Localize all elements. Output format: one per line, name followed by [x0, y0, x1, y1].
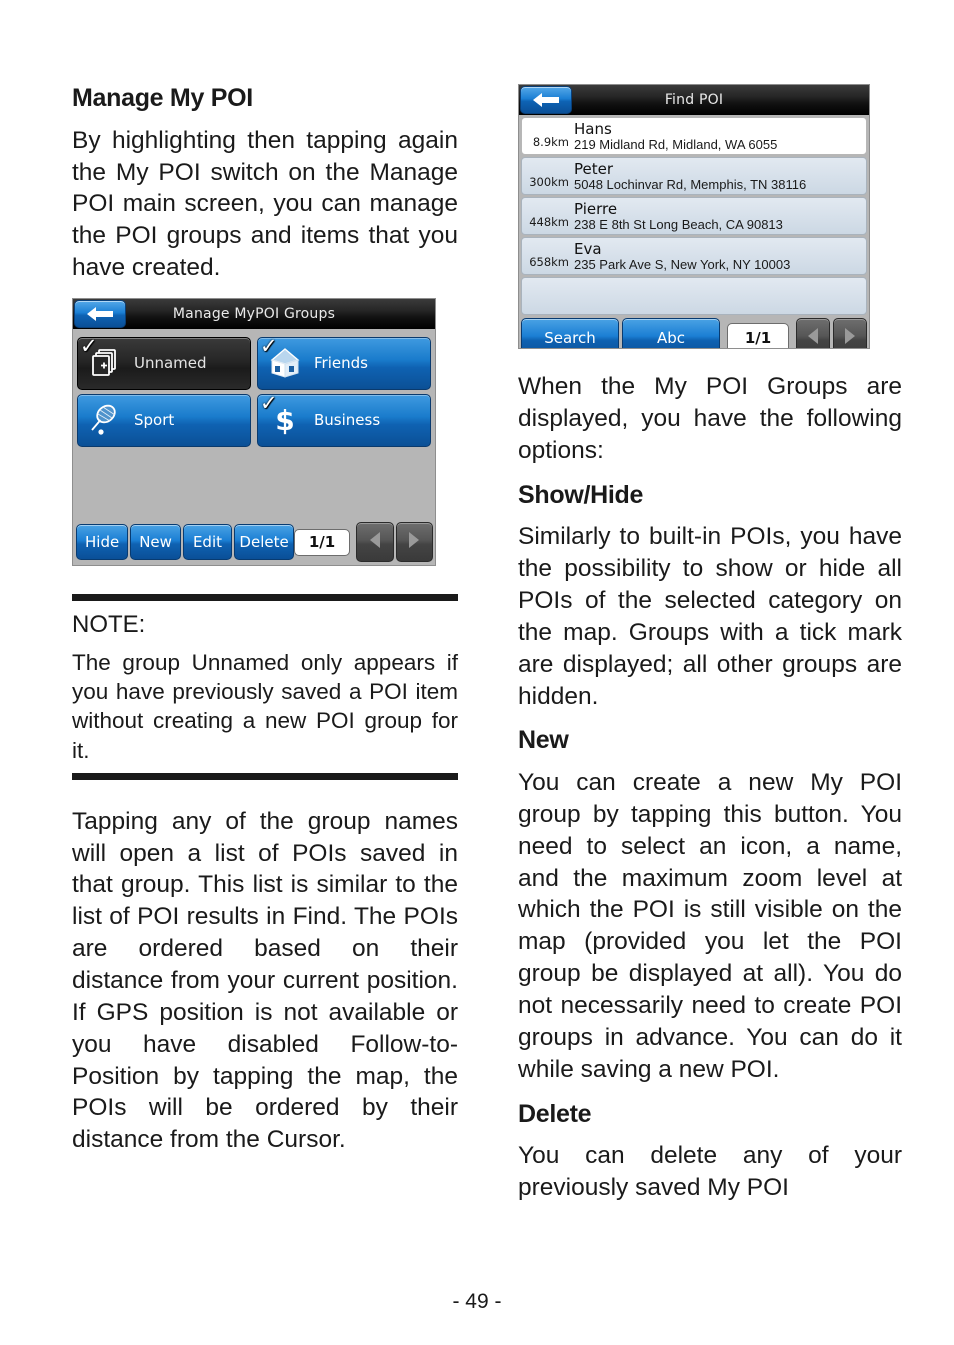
left-column: Manage My POI By highlighting then tappi… [72, 84, 458, 1156]
group-tile-label: Friends [314, 354, 368, 373]
check-icon: ✓ [80, 333, 98, 358]
poi-empty-row [521, 277, 867, 315]
group-tile-business[interactable]: ✓ $ Business [257, 390, 431, 447]
prev-page-button[interactable] [356, 522, 394, 563]
poi-name: Eva [574, 239, 602, 258]
abc-button[interactable]: Abc [622, 317, 720, 348]
poi-result-row[interactable]: 300km Peter 5048 Lochinvar Rd, Memphis, … [521, 157, 867, 195]
section-text-new: You can create a new My POI group by tap… [518, 769, 902, 1083]
note-label: NOTE: [72, 610, 146, 638]
intro-paragraph: By highlighting then tapping again the M… [72, 126, 458, 282]
find-poi-toolbar: Search Abc 1/1 [519, 317, 869, 349]
poi-results-list: 8.9km Hans 219 Midland Rd, Midland, WA 6… [519, 115, 869, 315]
section-heading-new: New [518, 726, 569, 755]
manage-groups-titlebar: Manage MyPOI Groups [73, 298, 435, 329]
back-button[interactable] [520, 86, 572, 114]
svg-text:$: $ [275, 404, 294, 437]
check-icon: ✓ [260, 333, 278, 358]
back-arrow-icon [85, 306, 115, 322]
manage-groups-toolbar: Hide New Edit Delete 1/1 [73, 522, 435, 565]
left-triangle-icon [804, 326, 822, 349]
poi-address: 238 E 8th St Long Beach, CA 90813 [574, 216, 783, 232]
edit-button[interactable]: Edit [182, 524, 233, 561]
poi-distance: 658km [529, 255, 569, 269]
after-note-paragraph: Tapping any of the group names will open… [72, 807, 458, 1154]
poi-distance: 448km [529, 215, 569, 229]
poi-name: Hans [574, 119, 612, 138]
poi-name: Peter [574, 159, 614, 178]
search-button[interactable]: Search [521, 317, 619, 348]
check-icon: ✓ [260, 390, 278, 415]
section-text-show-hide: Similarly to built-in POIs, you have the… [518, 523, 902, 710]
back-button[interactable] [74, 299, 126, 328]
note-box: NOTE: The group Unnamed only appears if … [72, 593, 458, 780]
right-intro-paragraph: When the My POI Groups are displayed, yo… [518, 373, 902, 464]
manage-groups-title: Manage MyPOI Groups [172, 305, 336, 322]
document-page: Manage My POI By highlighting then tappi… [0, 0, 954, 1345]
prev-page-button[interactable] [796, 317, 830, 349]
poi-address: 5048 Lochinvar Rd, Memphis, TN 38116 [574, 176, 807, 192]
back-arrow-icon [531, 92, 561, 108]
poi-result-row[interactable]: 8.9km Hans 219 Midland Rd, Midland, WA 6… [521, 117, 867, 155]
poi-result-row[interactable]: 448km Pierre 238 E 8th St Long Beach, CA… [521, 197, 867, 235]
page-indicator: 1/1 [294, 528, 351, 556]
note-text: The group Unnamed only appears if you ha… [72, 649, 458, 763]
section-heading-delete: Delete [518, 1099, 592, 1128]
groups-grid: ✓ Unnamed ✓ Friends Sport ✓ $ Business [77, 333, 431, 447]
tennis-racket-icon [84, 399, 126, 441]
find-poi-titlebar: Find POI [519, 85, 869, 115]
groups-panel: ✓ Unnamed ✓ Friends Sport ✓ $ Business [73, 328, 435, 511]
poi-distance: 8.9km [532, 135, 569, 149]
poi-name: Pierre [574, 199, 618, 218]
section-text-delete: You can delete any of your previously sa… [518, 1142, 902, 1202]
manage-mypoi-groups-screenshot: Manage MyPOI Groups ✓ Unnamed ✓ Friends … [72, 297, 436, 566]
group-tile-sport[interactable]: Sport [77, 393, 251, 447]
right-triangle-icon [405, 530, 423, 554]
poi-address: 219 Midland Rd, Midland, WA 6055 [574, 136, 778, 152]
right-triangle-icon [841, 326, 859, 349]
next-page-button[interactable] [833, 317, 867, 349]
page-title: Manage My POI [72, 84, 253, 112]
poi-result-row[interactable]: 658km Eva 235 Park Ave S, New York, NY 1… [521, 237, 867, 275]
hide-button[interactable]: Hide [76, 524, 129, 561]
note-top-rule [72, 593, 458, 601]
section-heading-show-hide: Show/Hide [518, 480, 644, 509]
group-tile-label: Business [314, 411, 381, 430]
group-tile-friends[interactable]: ✓ Friends [257, 333, 431, 390]
note-bottom-rule [72, 772, 458, 780]
page-number: - 49 - [452, 1290, 502, 1313]
next-page-button[interactable] [395, 522, 433, 563]
page-indicator: 1/1 [727, 322, 789, 348]
new-button[interactable]: New [130, 524, 181, 561]
left-triangle-icon [366, 530, 384, 554]
group-tile-label: Unnamed [134, 354, 207, 373]
poi-address: 235 Park Ave S, New York, NY 10003 [574, 256, 791, 272]
delete-button[interactable]: Delete [234, 524, 295, 561]
group-tile-unnamed[interactable]: ✓ Unnamed [77, 333, 251, 390]
poi-distance: 300km [529, 175, 569, 189]
find-poi-screenshot: Find POI 8.9km Hans 219 Midland Rd, Midl… [518, 84, 870, 349]
group-tile-label: Sport [134, 411, 175, 430]
right-column: Find POI 8.9km Hans 219 Midland Rd, Midl… [518, 84, 902, 1204]
